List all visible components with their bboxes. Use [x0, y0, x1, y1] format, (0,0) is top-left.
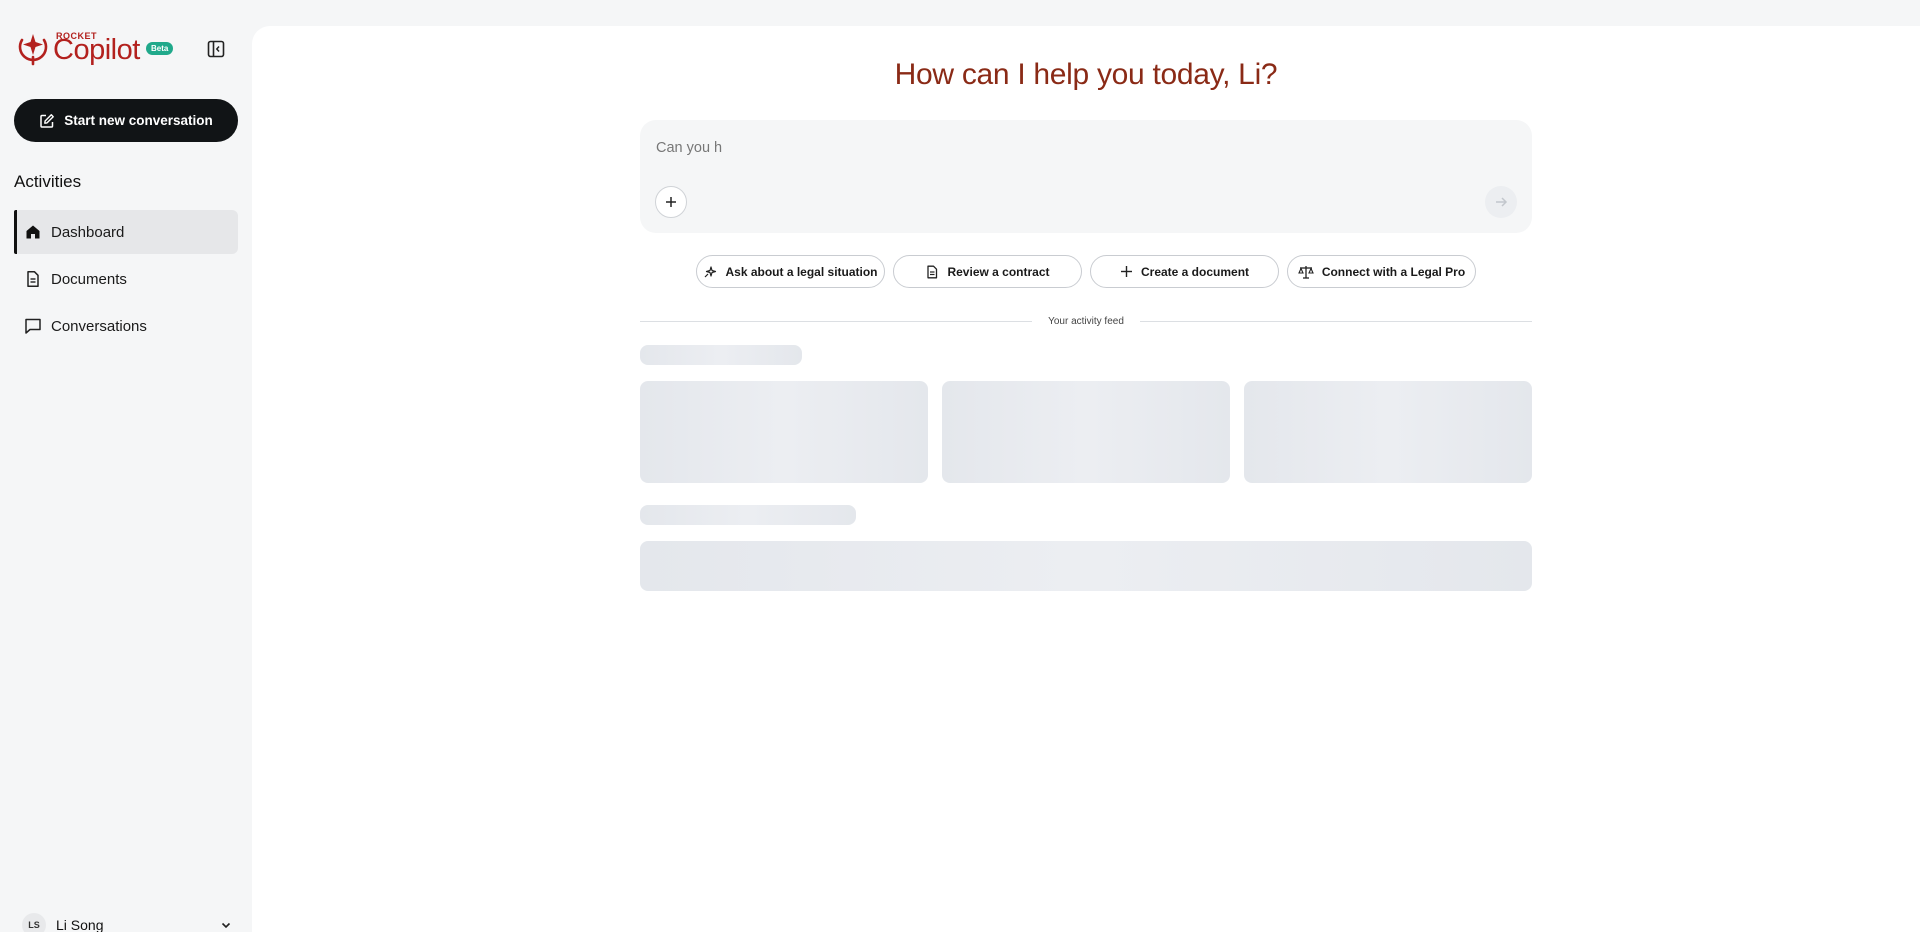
plus-icon — [1120, 266, 1132, 277]
sidebar-toggle-icon — [207, 40, 225, 58]
start-new-conversation-button[interactable]: Start new conversation — [14, 99, 238, 142]
main-panel: How can I help you today, Li? Can you h … — [252, 26, 1920, 932]
plus-icon — [666, 197, 676, 207]
beta-badge: Beta — [146, 42, 174, 55]
prompt-input[interactable]: Can you h — [656, 140, 722, 156]
suggestion-review-contract[interactable]: Review a contract — [893, 255, 1082, 288]
suggestion-label: Connect with a Legal Pro — [1321, 264, 1466, 279]
skeleton-card — [942, 381, 1230, 483]
sidebar-item-documents[interactable]: Documents — [14, 257, 238, 301]
rocket-copilot-logo[interactable]: ROCKET Copilot Beta — [16, 28, 176, 68]
document-icon — [27, 271, 39, 287]
skeleton-card — [1244, 381, 1532, 483]
scales-icon — [1297, 265, 1314, 279]
document-icon — [927, 265, 938, 278]
suggestion-ask-legal-situation[interactable]: Ask about a legal situation — [696, 255, 885, 288]
sidebar: ROCKET Copilot Beta Start new conversati… — [0, 0, 252, 932]
sidebar-nav: Dashboard Documents Conversations — [14, 210, 238, 351]
collapse-sidebar-button[interactable] — [205, 38, 227, 60]
suggestion-create-document[interactable]: Create a document — [1090, 255, 1279, 288]
prompt-composer[interactable]: Can you h — [640, 120, 1532, 233]
attach-button[interactable] — [655, 186, 687, 218]
divider-line — [1139, 320, 1533, 322]
copilot-logo-icon — [18, 34, 48, 66]
page-title: How can I help you today, Li? — [894, 58, 1278, 91]
suggestion-chips: Ask about a legal situation Review a con… — [252, 255, 1920, 288]
sidebar-item-label: Documents — [51, 270, 127, 288]
sparkle-icon — [705, 265, 717, 277]
send-button[interactable] — [1485, 186, 1517, 218]
start-new-conversation-label: Start new conversation — [64, 113, 213, 128]
suggestion-label: Review a contract — [947, 264, 1050, 279]
sidebar-item-dashboard[interactable]: Dashboard — [14, 210, 238, 254]
sidebar-item-conversations[interactable]: Conversations — [14, 304, 238, 348]
home-icon — [26, 225, 40, 239]
skeleton-heading — [640, 505, 856, 525]
suggestion-label: Ask about a legal situation — [725, 264, 878, 279]
sidebar-item-label: Conversations — [51, 317, 147, 335]
divider-line — [640, 320, 1033, 322]
edit-icon — [40, 113, 55, 128]
skeleton-heading — [640, 345, 802, 365]
chevron-down-icon — [221, 922, 231, 929]
suggestion-connect-legal-pro[interactable]: Connect with a Legal Pro — [1287, 255, 1476, 288]
activity-feed-divider: Your activity feed — [640, 314, 1533, 328]
sidebar-item-label: Dashboard — [51, 223, 125, 241]
skeleton-card — [640, 381, 928, 483]
user-menu[interactable]: LS Li Song — [22, 913, 232, 932]
chat-icon — [25, 318, 41, 334]
activities-heading: Activities — [14, 172, 82, 191]
arrow-right-icon — [1496, 197, 1508, 207]
brand-name: Copilot — [53, 34, 140, 66]
user-name: Li Song — [56, 917, 104, 932]
activity-feed-label: Your activity feed — [1048, 315, 1124, 327]
suggestion-label: Create a document — [1140, 264, 1250, 279]
avatar: LS — [22, 913, 46, 932]
skeleton-row — [640, 541, 1532, 591]
